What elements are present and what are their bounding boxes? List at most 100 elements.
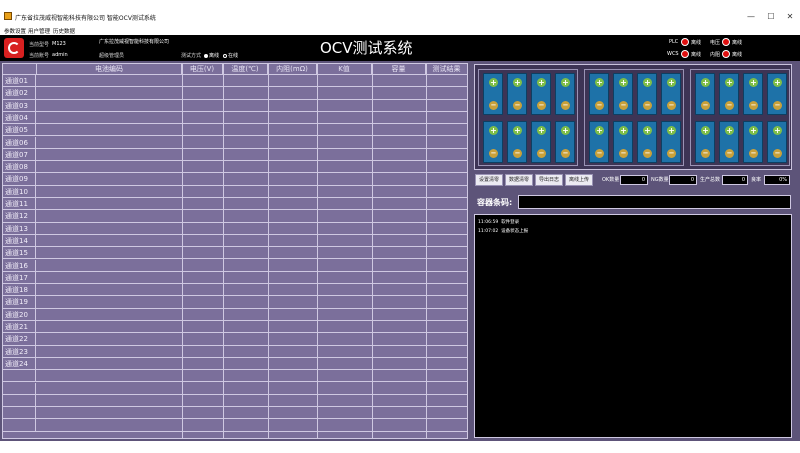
battery-tray-panel: + − + − + − + − + − + − + − + − + − + − + − + − + − + − + − + − + − + − + − + −… (474, 64, 792, 170)
table-row[interactable]: 通道08 (3, 161, 467, 174)
positive-terminal-icon: + (725, 126, 734, 135)
tray-group: + − + − + − + − + − + − + − + − (584, 69, 684, 166)
table-row[interactable]: 通道23 (3, 345, 467, 358)
table-row[interactable]: 通道20 (3, 308, 467, 321)
battery-cell: + − (531, 73, 551, 115)
log-line: 11:06:59 软件登录 (478, 219, 519, 225)
test-mode-label: 测试方式 (181, 53, 202, 59)
positive-terminal-icon: + (773, 78, 782, 87)
table-row[interactable]: 通道10 (3, 185, 467, 198)
reset-settings-button[interactable]: 设置清零 (475, 174, 503, 186)
battery-cell: + − (743, 121, 763, 163)
table-row[interactable]: 通道15 (3, 247, 467, 260)
indicator-wcs-label: WCS (667, 51, 679, 57)
negative-terminal-icon: − (749, 149, 758, 158)
battery-cell: + − (555, 73, 575, 115)
table-row[interactable] (3, 370, 467, 383)
positive-terminal-icon: + (619, 78, 628, 87)
menu-item-history[interactable]: 历史数据 (53, 27, 75, 35)
negative-terminal-icon: − (561, 101, 570, 110)
model-label: 当前型号 (29, 42, 50, 48)
table-header: 电池编码 电压(V) 温度(℃) 内阻(mΩ) K值 容量 测试结果 (3, 64, 467, 75)
maximize-button[interactable]: ☐ (764, 11, 778, 23)
table-row[interactable]: 通道02 (3, 87, 467, 100)
channel-label: 通道23 (3, 345, 36, 358)
channel-label: 通道01 (3, 75, 36, 88)
channel-label: 通道16 (3, 259, 36, 272)
mode-offline-radio[interactable]: 离线 (203, 52, 219, 59)
table-row[interactable]: 通道17 (3, 271, 467, 285)
battery-cell: + − (661, 121, 681, 163)
battery-cell: + − (483, 121, 503, 163)
indicator-plc-label: PLC (669, 39, 679, 45)
mode-online-label: 在线 (228, 53, 239, 59)
table-row[interactable]: 通道24 (3, 357, 467, 371)
table-row[interactable]: 通道05 (3, 124, 467, 137)
mode-online-radio[interactable]: 在线 (222, 52, 238, 59)
table-row[interactable]: 通道09 (3, 173, 467, 186)
battery-cell: + − (637, 121, 657, 163)
close-button[interactable]: ✕ (783, 11, 797, 23)
negative-terminal-icon: − (619, 101, 628, 110)
negative-terminal-icon: − (489, 101, 498, 110)
table-row[interactable]: 通道18 (3, 284, 467, 297)
title-bar: 广东省拉茂威视智能科技有限公司 智能OCV测试系统 — ☐ ✕ (0, 9, 800, 26)
channel-label: 通道04 (3, 111, 36, 125)
clear-data-button[interactable]: 数据清零 (505, 174, 533, 186)
export-log-button[interactable]: 导出日志 (535, 174, 563, 186)
table-row[interactable] (3, 394, 467, 408)
col-temperature: 温度(℃) (223, 64, 268, 75)
table-row[interactable]: 通道13 (3, 222, 467, 235)
negative-terminal-icon: − (595, 101, 604, 110)
container-barcode-input[interactable] (518, 195, 791, 209)
channel-label: 通道06 (3, 136, 36, 149)
negative-terminal-icon: − (667, 101, 676, 110)
table-row[interactable]: 通道01 (3, 75, 467, 88)
table-row[interactable] (3, 419, 467, 432)
table-row[interactable]: 通道12 (3, 210, 467, 223)
battery-cell: + − (483, 73, 503, 115)
model-value: M123 (52, 41, 66, 47)
channel-label (3, 407, 36, 420)
menu-item-users[interactable]: 用户管理 (28, 27, 50, 35)
table-row[interactable]: 通道06 (3, 136, 467, 149)
table-row[interactable]: 通道14 (3, 234, 467, 248)
channel-label: 通道21 (3, 321, 36, 334)
ok-count-field: 0 (620, 175, 648, 185)
log-text: 设备状态上报 (501, 229, 529, 234)
menu-bar: 参数设置 用户管理 历史数据 (0, 26, 800, 35)
table-row[interactable]: 通道11 (3, 198, 467, 211)
minimize-button[interactable]: — (744, 11, 758, 23)
battery-cell: + − (613, 73, 633, 115)
battery-cell: + − (767, 73, 787, 115)
status-strip (0, 441, 800, 453)
positive-terminal-icon: + (667, 78, 676, 87)
channel-label: 通道02 (3, 87, 36, 100)
indicator-voltage-state: 离线 (732, 40, 743, 46)
menu-item-settings[interactable]: 参数设置 (4, 27, 26, 35)
table-row[interactable] (3, 407, 467, 420)
header: 当前型号 M123 当前账号 admin 广东拉茂威视智能科技有限公司 超级管理… (0, 35, 800, 61)
offline-upload-button[interactable]: 离线上传 (565, 174, 593, 186)
table-row[interactable]: 通道22 (3, 333, 467, 346)
channel-label (3, 370, 36, 383)
battery-cell: + − (613, 121, 633, 163)
positive-terminal-icon: + (595, 126, 604, 135)
table-row[interactable]: 通道03 (3, 99, 467, 112)
negative-terminal-icon: − (667, 149, 676, 158)
table-row[interactable]: 通道07 (3, 148, 467, 162)
battery-cell: + − (589, 121, 609, 163)
log-time: 11:07:02 (478, 229, 499, 234)
battery-cell: + − (507, 73, 527, 115)
table-row[interactable]: 通道04 (3, 111, 467, 125)
table-row[interactable]: 通道19 (3, 296, 467, 309)
col-battery-code: 电池编码 (37, 64, 182, 75)
battery-cell: + − (719, 73, 739, 115)
company-name: 广东拉茂威视智能科技有限公司 (99, 39, 170, 45)
table-row[interactable]: 通道16 (3, 259, 467, 272)
indicator-resistance-state: 离线 (732, 52, 743, 58)
col-voltage: 电压(V) (182, 64, 223, 75)
table-row[interactable] (3, 382, 467, 395)
table-row[interactable]: 通道21 (3, 321, 467, 334)
account-label: 当前账号 (29, 53, 50, 59)
